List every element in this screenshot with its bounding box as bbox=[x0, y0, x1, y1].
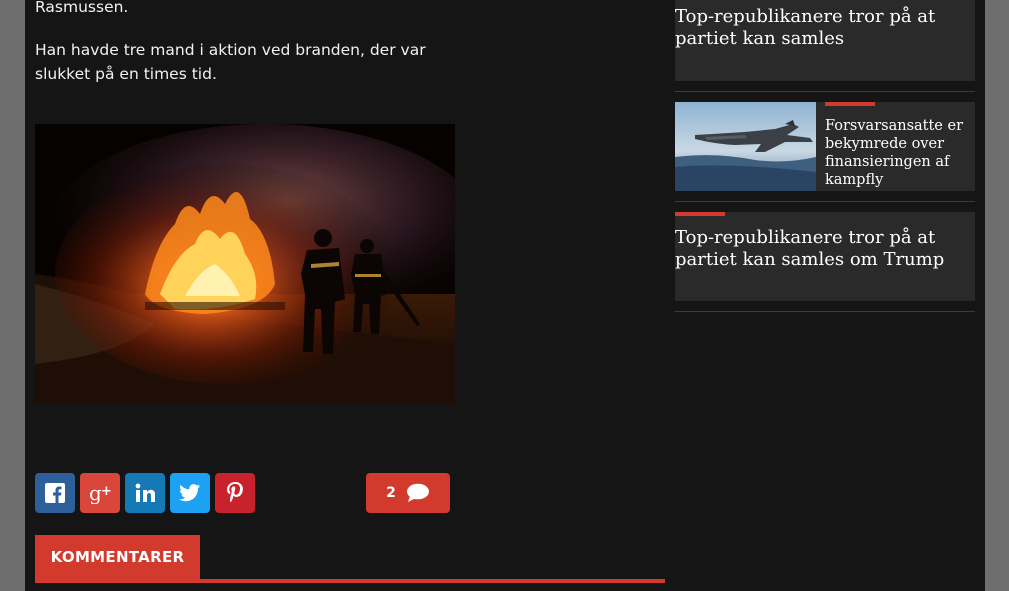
svg-text:+: + bbox=[101, 484, 112, 499]
sidebar-divider bbox=[675, 201, 975, 202]
article-paragraph-end: Rasmussen. bbox=[35, 0, 129, 16]
googleplus-icon: g + bbox=[89, 482, 112, 504]
pinterest-icon bbox=[227, 482, 243, 503]
sidebar-article-card[interactable]: Top-republikanere tror på at partiet kan… bbox=[675, 212, 975, 301]
article-photo-car-fire bbox=[35, 124, 455, 403]
linkedin-icon bbox=[135, 483, 155, 502]
sidebar-article-thumbnail-jet[interactable] bbox=[675, 102, 816, 191]
sidebar-divider bbox=[675, 91, 975, 92]
share-facebook-button[interactable] bbox=[35, 473, 75, 513]
sidebar-divider bbox=[675, 311, 975, 312]
twitter-icon bbox=[179, 484, 201, 502]
sidebar-accent-bar bbox=[675, 212, 725, 216]
comments-count-button[interactable]: 2 bbox=[366, 473, 450, 513]
sidebar-article-title[interactable]: Top-republikanere tror på at partiet kan… bbox=[675, 6, 965, 50]
sidebar-article-card[interactable]: Forsvarsansatte er bekymrede over finans… bbox=[675, 102, 975, 191]
sidebar-article-title[interactable]: Top-republikanere tror på at partiet kan… bbox=[675, 227, 970, 271]
comments-heading: KOMMENTARER bbox=[35, 535, 200, 579]
page-container: Rasmussen. Han havde tre mand i aktion v… bbox=[25, 0, 985, 591]
share-twitter-button[interactable] bbox=[170, 473, 210, 513]
sidebar-accent-bar bbox=[825, 102, 875, 106]
comments-section-header: KOMMENTARER bbox=[35, 535, 665, 583]
facebook-icon bbox=[45, 483, 65, 503]
article-paragraph: Han havde tre mand i aktion ved branden,… bbox=[35, 41, 426, 83]
share-googleplus-button[interactable]: g + bbox=[80, 473, 120, 513]
share-linkedin-button[interactable] bbox=[125, 473, 165, 513]
comments-header-rule bbox=[35, 579, 665, 583]
speech-bubble-icon bbox=[406, 483, 429, 502]
comment-count: 2 bbox=[386, 485, 396, 501]
sidebar-article-title[interactable]: Forsvarsansatte er bekymrede over finans… bbox=[825, 117, 973, 189]
share-pinterest-button[interactable] bbox=[215, 473, 255, 513]
sidebar-article-card[interactable]: Top-republikanere tror på at partiet kan… bbox=[675, 0, 975, 81]
